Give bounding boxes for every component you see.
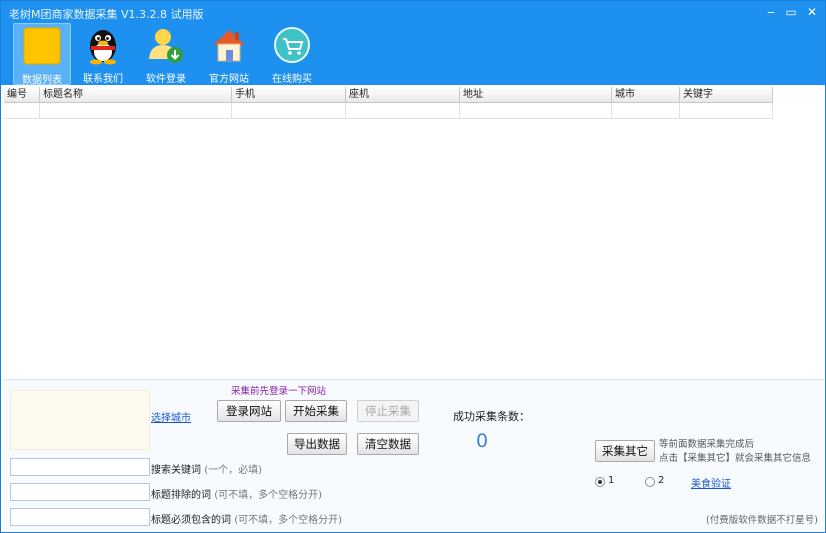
- toolbar-label: 官方网站: [209, 74, 249, 85]
- toolbar-label: 数据列表: [22, 75, 62, 86]
- table-empty-row-cell: [680, 103, 773, 119]
- column-header-city[interactable]: 城市: [612, 87, 680, 103]
- app-window: 老树M团商家数据采集 V1.3.2.8 试用版 ‒ ▭ ✕ 数据列表 联系我们: [0, 0, 826, 533]
- toolbar-official-site[interactable]: 官方网站: [200, 23, 258, 85]
- start-collect-button[interactable]: 开始采集: [285, 400, 347, 422]
- toolbar-label: 软件登录: [146, 74, 186, 85]
- select-city-link[interactable]: 选择城市: [151, 409, 191, 424]
- data-table[interactable]: 编号 标题名称 手机 座机 地址 城市 关键字: [4, 87, 824, 378]
- column-header-landline[interactable]: 座机: [346, 87, 460, 103]
- radio-option-1[interactable]: [595, 477, 605, 487]
- toolbar-software-login[interactable]: 软件登录: [137, 23, 195, 85]
- table-empty-row-cell: [4, 103, 40, 119]
- title-toolbar-band: 老树M团商家数据采集 V1.3.2.8 试用版 ‒ ▭ ✕ 数据列表 联系我们: [1, 1, 825, 86]
- column-header-mobile[interactable]: 手机: [232, 87, 346, 103]
- search-keyword-hint: (一个，必填): [204, 465, 262, 476]
- toolbar-contact-us[interactable]: 联系我们: [74, 23, 132, 85]
- clear-data-button[interactable]: 清空数据: [357, 433, 419, 455]
- column-header-id[interactable]: 编号: [4, 87, 40, 103]
- control-panel: 采集前先登录一下网站 选择城市 登录网站 开始采集 停止采集 成功采集条数： 0…: [4, 379, 824, 531]
- collect-other-button[interactable]: 采集其它: [595, 440, 655, 462]
- login-hint: 采集前先登录一下网站: [231, 386, 327, 397]
- shopping-cart-icon: [274, 27, 310, 63]
- food-verify-link[interactable]: 美食验证: [691, 475, 731, 490]
- success-count-value: 0: [476, 430, 489, 452]
- column-header-keyword[interactable]: 关键字: [680, 87, 773, 103]
- maximize-button[interactable]: ▭: [781, 3, 801, 21]
- stop-collect-button[interactable]: 停止采集: [357, 400, 419, 422]
- home-icon: [213, 30, 245, 62]
- radio-option-1-label: 1: [608, 475, 615, 486]
- radio-option-2-label: 2: [658, 475, 665, 486]
- close-button[interactable]: ✕: [802, 3, 822, 21]
- exclude-words-label: 标题排除的词 (可不填，多个空格分开): [151, 486, 322, 501]
- column-header-title[interactable]: 标题名称: [40, 87, 232, 103]
- toolbar-label: 联系我们: [83, 74, 123, 85]
- collect-other-note-line1: 等前面数据采集完成后: [659, 439, 755, 450]
- table-empty-row-cell: [612, 103, 680, 119]
- user-login-icon: [149, 29, 183, 63]
- paid-version-note: (付费版软件数据不打星号): [706, 515, 818, 526]
- exclude-words-label-text: 标题排除的词: [151, 490, 211, 501]
- search-keyword-label: 搜索关键词 (一个，必填): [151, 461, 262, 476]
- login-site-button[interactable]: 登录网站: [217, 400, 281, 422]
- success-count-label: 成功采集条数：: [453, 410, 530, 423]
- include-words-label: 标题必须包含的词 (可不填，多个空格分开): [151, 511, 342, 526]
- table-empty-row-cell: [460, 103, 612, 119]
- city-list-box[interactable]: [10, 390, 150, 450]
- export-data-button[interactable]: 导出数据: [287, 433, 347, 455]
- include-words-input[interactable]: [10, 508, 150, 526]
- table-empty-row-cell: [40, 103, 232, 119]
- minimize-button[interactable]: ‒: [761, 3, 781, 21]
- column-header-address[interactable]: 地址: [460, 87, 612, 103]
- exclude-words-input[interactable]: [10, 483, 150, 501]
- include-words-label-text: 标题必须包含的词: [151, 515, 231, 526]
- toolbar-data-list[interactable]: 数据列表: [13, 23, 71, 86]
- search-keyword-input[interactable]: [10, 458, 150, 476]
- toolbar-buy-online[interactable]: 在线购买: [263, 23, 321, 85]
- toolbar-label: 在线购买: [272, 74, 312, 85]
- exclude-words-hint: (可不填，多个空格分开): [214, 490, 322, 501]
- window-title: 老树M团商家数据采集 V1.3.2.8 试用版: [9, 8, 204, 21]
- include-words-hint: (可不填，多个空格分开): [234, 515, 342, 526]
- search-keyword-label-text: 搜索关键词: [151, 465, 201, 476]
- qq-penguin-icon: [90, 30, 116, 65]
- table-empty-row-cell: [346, 103, 460, 119]
- collect-other-note-line2: 点击【采集其它】就会采集其它信息: [659, 453, 812, 464]
- data-list-icon: [23, 27, 61, 65]
- radio-option-2[interactable]: [645, 477, 655, 487]
- table-empty-row-cell: [232, 103, 346, 119]
